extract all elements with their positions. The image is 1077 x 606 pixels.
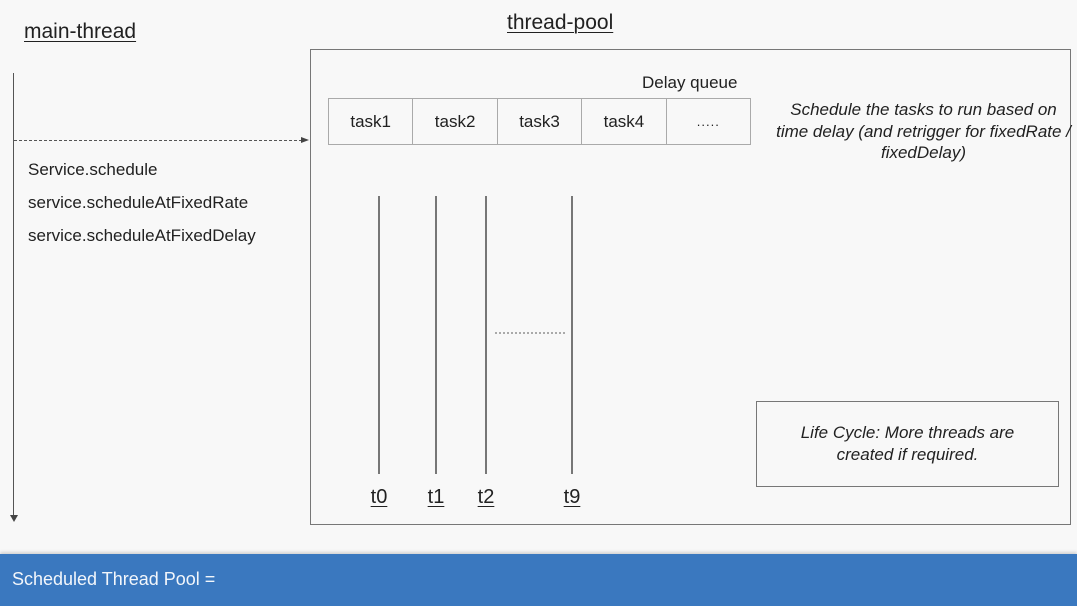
delay-queue: task1 task2 task3 task4 ..... [328,98,751,145]
queue-cell: task1 [329,99,414,144]
delay-queue-label: Delay queue [642,73,738,92]
lifecycle-note: Life Cycle: More threads are created if … [800,423,1015,464]
method-schedule-at-fixed-delay: service.scheduleAtFixedDelay [28,226,256,245]
thread-line-t2 [485,196,487,474]
queue-cell-ellipsis: ..... [696,114,720,129]
thread-pool-title: thread-pool [507,11,614,34]
submit-dashed-arrow [14,140,302,141]
thread-line-t0 [378,196,380,474]
arrow-down-icon [10,515,18,522]
main-thread-title: main-thread [24,20,137,43]
thread-line-t9 [571,196,573,474]
thread-label: t0 [370,486,388,508]
thread-label: t2 [477,486,495,508]
footer-bar: Scheduled Thread Pool = [0,554,1077,606]
arrow-right-icon [301,137,309,143]
lifecycle-note-box: Life Cycle: More threads are created if … [756,401,1059,487]
schedule-note: Schedule the tasks to run based on time … [776,100,1071,162]
queue-cell: task2 [413,99,498,144]
method-schedule: Service.schedule [28,160,158,179]
more-threads-dotted-line [495,332,565,334]
thread-line-t1 [435,196,437,474]
footer-title: Scheduled Thread Pool = [12,569,216,589]
queue-cell: task4 [582,99,667,144]
method-schedule-at-fixed-rate: service.scheduleAtFixedRate [28,193,249,212]
thread-label: t9 [563,486,581,508]
thread-label: t1 [427,486,445,508]
queue-cell: task3 [498,99,583,144]
